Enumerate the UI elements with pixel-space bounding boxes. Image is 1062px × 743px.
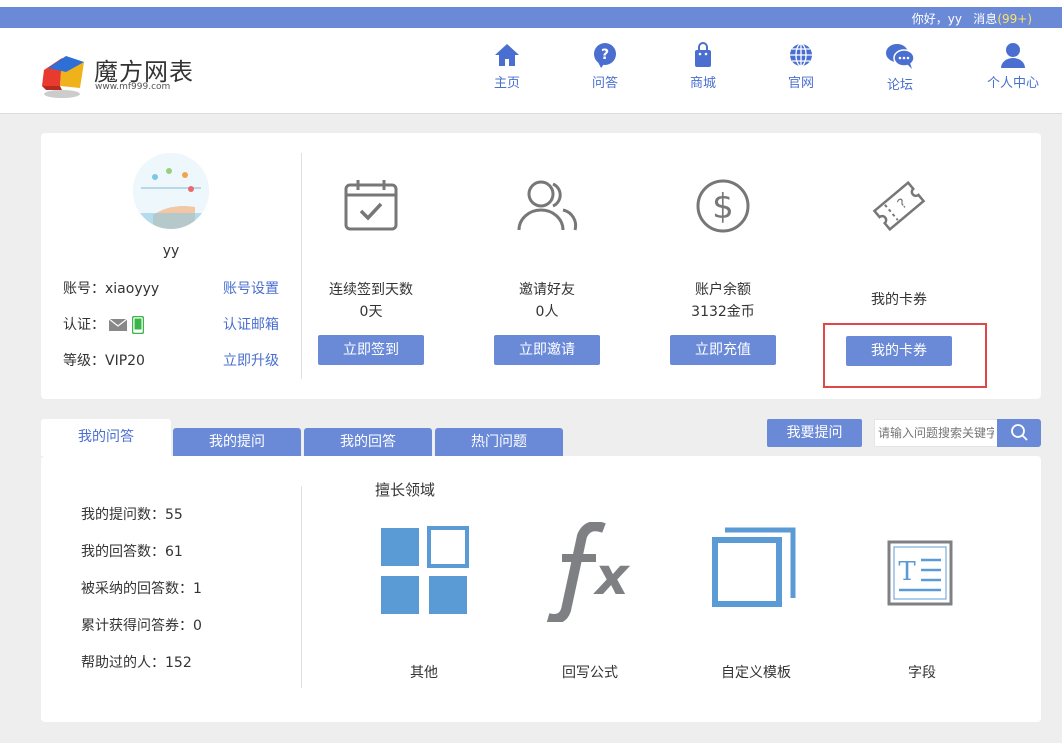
tab-hot-questions[interactable]: 热门问题 [435,428,563,456]
question-icon: ? [594,43,616,68]
messages-count: (99+) [997,12,1032,26]
nav-label: 论坛 [886,78,913,93]
nav-qa[interactable]: ? 问答 [570,42,640,91]
nav-official-site[interactable]: 官网 [766,42,836,91]
qa-stat-coupons: 累计获得问答券：0 [81,618,202,634]
tab-my-answers[interactable]: 我的回答 [304,428,432,456]
field-label: 其他 [410,665,438,681]
logo-site: www.mf999.com [95,82,171,92]
ticket-icon: ? [872,180,926,232]
search-input[interactable] [874,419,998,447]
stat-title: 账户余额 [695,282,751,298]
signin-button[interactable]: 立即签到 [318,335,424,365]
field-other[interactable]: 其他 [359,526,489,686]
dollar-icon: $ [696,179,750,233]
stat-value: 3132金币 [691,304,755,320]
stat-title: 我的卡券 [871,292,927,308]
qa-stat-answers: 我的回答数：61 [81,544,183,560]
nav-personal-center[interactable]: 个人中心 [978,42,1048,91]
field-label: 回写公式 [562,665,618,681]
svg-text:T: T [898,557,916,587]
level-info: 等级：VIP20 [63,353,145,369]
phone-icon [131,315,145,335]
account-settings-link[interactable]: 账号设置 [223,278,279,298]
field-label: 字段 [908,665,936,681]
svg-text:?: ? [895,196,911,213]
search-icon [1011,424,1028,441]
username: yy [162,243,180,259]
ask-question-button[interactable]: 我要提问 [767,419,862,447]
verify-email-link[interactable]: 认证邮箱 [223,314,279,334]
avatar[interactable] [133,153,209,229]
nav-label: 主页 [493,76,520,91]
email-icon [109,318,128,331]
field-formula[interactable]: x 回写公式 [525,522,655,686]
nav-mall[interactable]: 商城 [668,42,738,91]
user-icon [1001,43,1025,68]
svg-text:?: ? [601,47,609,63]
invite-button[interactable]: 立即邀请 [494,335,600,365]
messages-link[interactable]: 消息(99+) [973,10,1032,27]
account-info: 账号：xiaoyyy [63,281,160,297]
highlight-box [823,323,987,388]
divider [301,486,302,688]
nav-label: 官网 [787,76,814,91]
nav-label: 个人中心 [986,76,1039,91]
expertise-title: 擅长领域 [375,481,436,499]
top-bar: 你好，yy 消息(99+) [0,0,1062,28]
nav-label: 商城 [689,76,716,91]
template-icon [712,527,796,607]
svg-text:$: $ [712,187,734,227]
svg-text:x: x [592,547,630,607]
header: 魔方网表 www.mf999.com 主页 ? 问答 商城 官网 论坛 个人中心 [0,28,1062,114]
profile-card: yy 账号：xiaoyyy 账号设置 认证： 认证邮箱 等级：VIP20 立即升… [41,133,1041,399]
calendar-check-icon [344,180,398,231]
home-icon [495,44,519,66]
verify-info: 认证： [63,314,145,335]
nav-home[interactable]: 主页 [472,42,542,91]
nav-label: 问答 [591,76,618,91]
text-field-icon: T [887,540,953,606]
users-icon [517,180,578,231]
messages-label: 消息 [973,12,998,26]
qa-stat-accepted: 被采纳的回答数：1 [81,581,202,597]
field-label: 自定义模板 [721,665,791,681]
stat-title: 连续签到天数 [329,282,413,298]
nav-forum[interactable]: 论坛 [865,42,935,93]
upgrade-link[interactable]: 立即升级 [223,350,279,370]
globe-icon [790,43,812,67]
field-template[interactable]: 自定义模板 [691,526,821,686]
stat-value: 0天 [359,304,383,320]
qa-stat-helped: 帮助过的人：152 [81,655,192,671]
stat-value: 0人 [535,304,559,320]
chat-icon [886,44,915,69]
stat-balance: $ 账户余额 3132金币 立即充值 [635,133,811,399]
logo[interactable]: 魔方网表 www.mf999.com [40,46,200,102]
field-text[interactable]: T 字段 [857,526,987,686]
stat-signin: 连续签到天数 0天 立即签到 [283,133,459,399]
qa-stat-questions: 我的提问数：55 [81,507,183,523]
stat-invite: 邀请好友 0人 立即邀请 [459,133,635,399]
stat-title: 邀请好友 [519,282,575,298]
shopping-bag-icon [695,42,711,67]
cube-logo-icon [42,56,84,98]
avatar-image [133,153,209,229]
qa-card: 我的提问数：55 我的回答数：61 被采纳的回答数：1 累计获得问答券：0 帮助… [41,456,1041,722]
grid-icon [381,526,469,614]
search-button[interactable] [997,419,1041,447]
tab-my-questions[interactable]: 我的提问 [173,428,301,456]
greeting-text: 你好，yy [911,12,962,26]
recharge-button[interactable]: 立即充值 [670,335,776,365]
verify-label: 认证： [63,317,105,333]
tab-my-qa[interactable]: 我的问答 [41,419,171,456]
formula-fx-icon: x [546,522,630,622]
